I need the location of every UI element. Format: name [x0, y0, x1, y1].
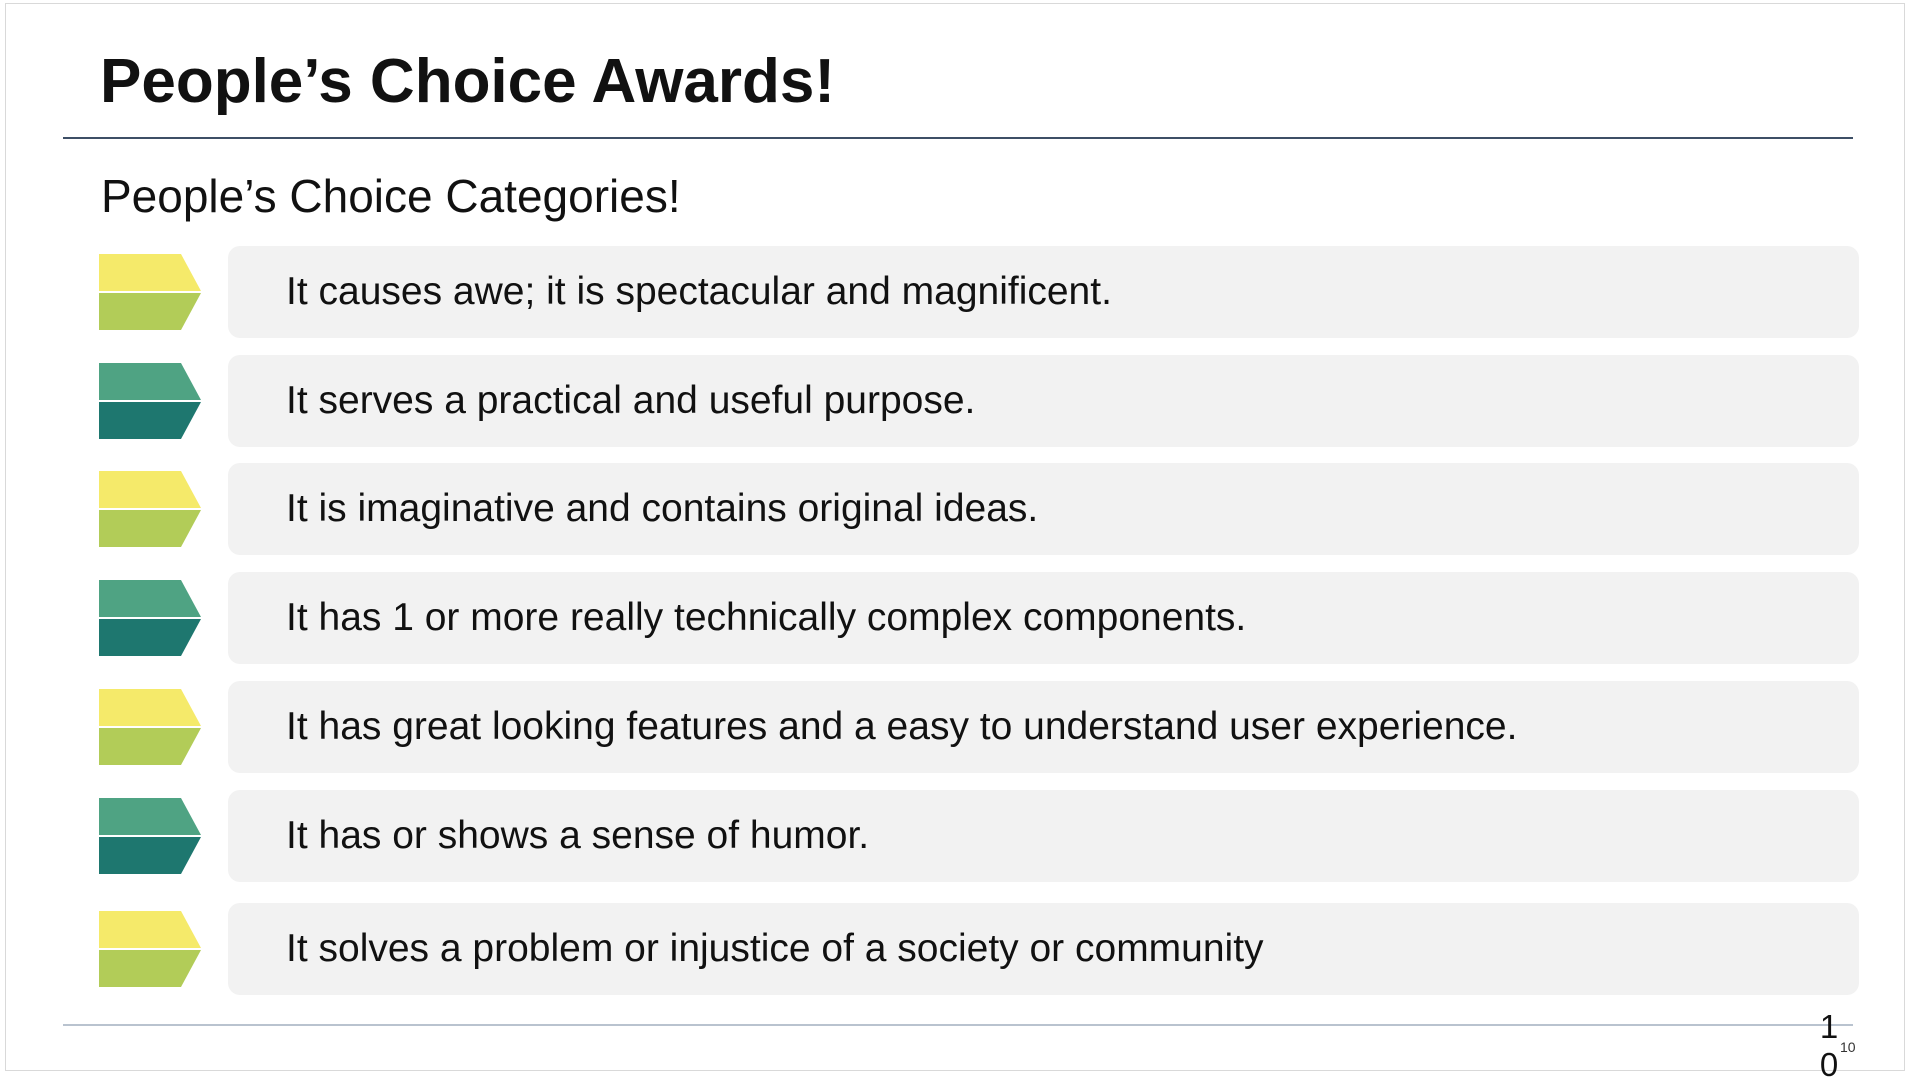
category-text: It has 1 or more really technically comp…	[286, 596, 1247, 639]
slide-subtitle: People’s Choice Categories!	[101, 170, 681, 222]
category-text: It is imaginative and contains original …	[286, 487, 1039, 530]
yellow-chevron-icon	[99, 911, 201, 987]
category-box: It has great looking features and a easy…	[228, 681, 1859, 773]
category-text: It has or shows a sense of humor.	[286, 814, 870, 857]
page-number: 10	[1819, 1008, 1839, 1083]
category-box: It serves a practical and useful purpose…	[228, 355, 1859, 447]
category-item: It solves a problem or injustice of a so…	[99, 903, 1859, 995]
category-box: It causes awe; it is spectacular and mag…	[228, 246, 1859, 338]
category-box: It has 1 or more really technically comp…	[228, 572, 1859, 664]
teal-chevron-icon	[99, 798, 201, 874]
category-text: It causes awe; it is spectacular and mag…	[286, 270, 1112, 313]
category-text: It serves a practical and useful purpose…	[286, 379, 976, 422]
category-item: It serves a practical and useful purpose…	[99, 355, 1859, 447]
category-text: It has great looking features and a easy…	[286, 705, 1518, 748]
category-item: It has great looking features and a easy…	[99, 681, 1859, 773]
yellow-chevron-icon	[99, 689, 201, 765]
yellow-chevron-icon	[99, 471, 201, 547]
category-box: It solves a problem or injustice of a so…	[228, 903, 1859, 995]
category-box: It is imaginative and contains original …	[228, 463, 1859, 555]
category-item: It has or shows a sense of humor.	[99, 790, 1859, 882]
title-divider	[63, 137, 1853, 139]
slide-title: People’s Choice Awards!	[100, 47, 836, 116]
category-item: It has 1 or more really technically comp…	[99, 572, 1859, 664]
category-text: It solves a problem or injustice of a so…	[286, 927, 1264, 970]
page-number-small: 10	[1840, 1039, 1856, 1055]
category-box: It has or shows a sense of humor.	[228, 790, 1859, 882]
yellow-chevron-icon	[99, 254, 201, 330]
footer-divider	[63, 1024, 1853, 1026]
teal-chevron-icon	[99, 580, 201, 656]
category-item: It causes awe; it is spectacular and mag…	[99, 246, 1859, 338]
teal-chevron-icon	[99, 363, 201, 439]
category-item: It is imaginative and contains original …	[99, 463, 1859, 555]
slide: People’s Choice Awards! People’s Choice …	[5, 3, 1905, 1083]
